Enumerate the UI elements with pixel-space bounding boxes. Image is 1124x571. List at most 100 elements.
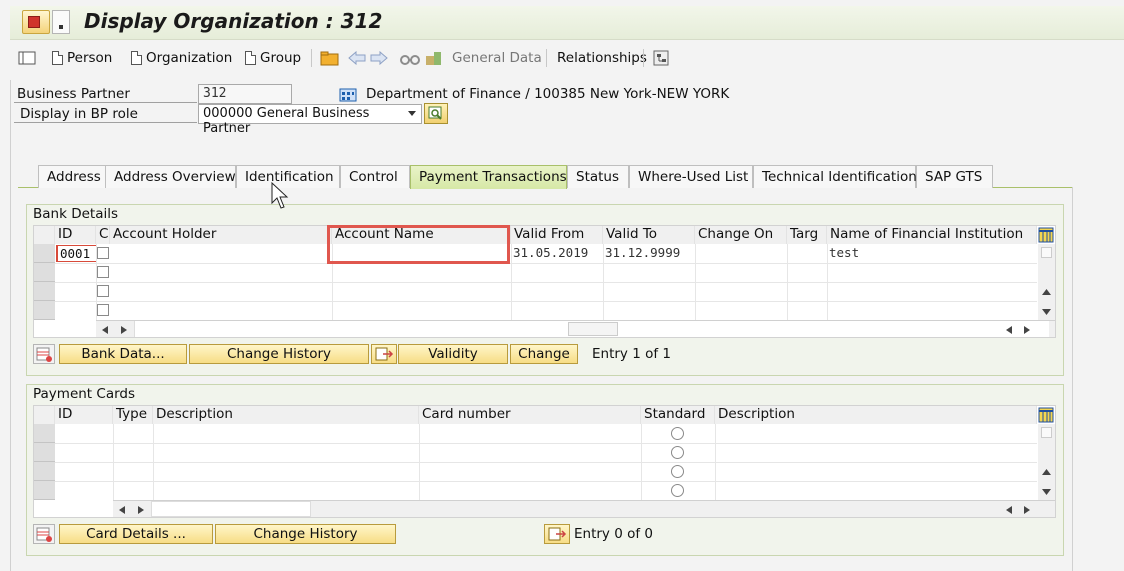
- next-button[interactable]: [370, 43, 388, 73]
- relationships-button[interactable]: Relationships: [557, 43, 647, 73]
- tab-technical-identification[interactable]: Technical Identification: [753, 165, 917, 188]
- change-history-button[interactable]: Change History: [189, 344, 369, 364]
- column-header-valid-to[interactable]: Valid To: [603, 226, 695, 244]
- menu-dropdown-icon[interactable]: [52, 10, 70, 34]
- organization-button[interactable]: Organization: [131, 43, 232, 73]
- column-header-c[interactable]: C: [96, 226, 110, 244]
- open-button[interactable]: [320, 43, 340, 73]
- select-all-corner[interactable]: [34, 406, 55, 424]
- standard-radio[interactable]: [671, 465, 684, 478]
- tab-control[interactable]: Control: [340, 165, 410, 188]
- transfer-button[interactable]: [371, 344, 397, 364]
- column-header-targ[interactable]: Targ: [787, 226, 827, 244]
- row-checkbox[interactable]: [97, 266, 109, 278]
- row-selector[interactable]: [34, 481, 55, 500]
- row-selector[interactable]: [34, 462, 55, 481]
- general-data-button[interactable]: General Data: [424, 43, 542, 73]
- delete-row-button[interactable]: [33, 344, 55, 364]
- column-header-institution[interactable]: Name of Financial Institution: [827, 226, 1037, 244]
- tab-status[interactable]: Status: [567, 165, 629, 188]
- app-menu-icon[interactable]: [22, 10, 50, 34]
- row-checkbox[interactable]: [97, 304, 109, 316]
- toggle-navigation-button[interactable]: [18, 43, 36, 73]
- delete-row-button[interactable]: [33, 524, 55, 544]
- tab-where-used-list[interactable]: Where-Used List: [629, 165, 753, 188]
- column-header-standard[interactable]: Standard: [641, 406, 715, 424]
- frame-border: [10, 80, 11, 571]
- validity-button[interactable]: Validity: [398, 344, 508, 364]
- scroll-track[interactable]: [151, 501, 311, 517]
- scroll-up-icon[interactable]: [1042, 469, 1051, 475]
- horizontal-scrollbar[interactable]: [96, 320, 1055, 337]
- scroll-thumb[interactable]: [568, 322, 618, 336]
- scroll-right-icon[interactable]: [121, 326, 127, 334]
- standard-radio[interactable]: [671, 446, 684, 459]
- card-details-button[interactable]: Card Details ...: [59, 524, 213, 544]
- scroll-right-icon[interactable]: [138, 506, 144, 514]
- row-checkbox[interactable]: [97, 285, 109, 297]
- row-selector[interactable]: [34, 282, 55, 301]
- vertical-scrollbar[interactable]: [1038, 424, 1055, 500]
- bank-id-cell[interactable]: 0001: [56, 245, 96, 262]
- change-button[interactable]: Change: [510, 344, 578, 364]
- other-bp-button[interactable]: [400, 43, 420, 73]
- card-transfer-button[interactable]: [544, 524, 570, 544]
- vertical-scrollbar[interactable]: [1038, 244, 1055, 320]
- tab-address[interactable]: Address: [38, 165, 106, 188]
- column-settings-icon[interactable]: [1038, 407, 1054, 423]
- tab-payment-transactions[interactable]: Payment Transactions: [410, 165, 567, 189]
- column-header-id[interactable]: ID: [55, 406, 113, 424]
- tab-sap-gts[interactable]: SAP GTS: [916, 165, 993, 188]
- valid-to-cell: 31.12.9999: [605, 245, 681, 260]
- row-selector[interactable]: [34, 244, 55, 263]
- group-button[interactable]: Group: [245, 43, 301, 73]
- scroll-down-icon[interactable]: [1042, 309, 1051, 315]
- scroll-right-icon[interactable]: [1024, 506, 1030, 514]
- previous-button[interactable]: [348, 43, 366, 73]
- scroll-left-icon[interactable]: [1006, 326, 1012, 334]
- scroll-right-icon[interactable]: [1024, 326, 1030, 334]
- person-button[interactable]: Person: [52, 43, 112, 73]
- hierarchy-button[interactable]: [652, 43, 670, 73]
- column-header-account-holder[interactable]: Account Holder: [110, 226, 332, 244]
- scroll-thumb[interactable]: [1041, 427, 1052, 438]
- card-change-history-button[interactable]: Change History: [215, 524, 396, 544]
- arrow-right-icon: [370, 51, 388, 65]
- bp-role-select[interactable]: 000000 General Business Partner: [198, 104, 422, 136]
- row-selector[interactable]: [34, 263, 55, 282]
- column-header-description[interactable]: Description: [153, 406, 419, 424]
- scroll-left-icon[interactable]: [119, 506, 125, 514]
- transfer-icon: [375, 347, 394, 361]
- row-selector[interactable]: [34, 443, 55, 462]
- business-partner-field[interactable]: 312: [198, 84, 292, 104]
- scroll-left-icon[interactable]: [1006, 506, 1012, 514]
- standard-radio[interactable]: [671, 484, 684, 497]
- row-selector[interactable]: [34, 301, 55, 320]
- standard-radio[interactable]: [671, 427, 684, 440]
- column-settings-icon[interactable]: [1038, 227, 1054, 243]
- scroll-thumb[interactable]: [1041, 247, 1052, 258]
- bank-data-button[interactable]: Bank Data...: [59, 344, 187, 364]
- column-divider: [419, 424, 420, 500]
- column-header-id[interactable]: ID: [55, 226, 96, 244]
- chevron-down-icon[interactable]: [407, 110, 417, 118]
- document-icon: [52, 51, 63, 65]
- column-header-card-number[interactable]: Card number: [419, 406, 641, 424]
- column-header-description-2[interactable]: Description: [715, 406, 1037, 424]
- switch-role-button[interactable]: [424, 103, 448, 124]
- scroll-down-icon[interactable]: [1042, 489, 1051, 495]
- row-checkbox[interactable]: [97, 247, 109, 259]
- horizontal-scrollbar[interactable]: [113, 500, 1055, 517]
- column-header-change-on[interactable]: Change On: [695, 226, 787, 244]
- select-all-corner[interactable]: [34, 226, 55, 244]
- tab-address-overview[interactable]: Address Overview: [105, 165, 236, 188]
- column-divider: [113, 424, 114, 500]
- row-selector[interactable]: [34, 424, 55, 443]
- scroll-up-icon[interactable]: [1042, 289, 1051, 295]
- column-header-valid-from[interactable]: Valid From: [511, 226, 603, 244]
- column-divider: [153, 424, 154, 500]
- scroll-left-icon[interactable]: [102, 326, 108, 334]
- column-header-type[interactable]: Type: [113, 406, 153, 424]
- row-divider: [55, 263, 1037, 264]
- folder-icon: [320, 51, 339, 66]
